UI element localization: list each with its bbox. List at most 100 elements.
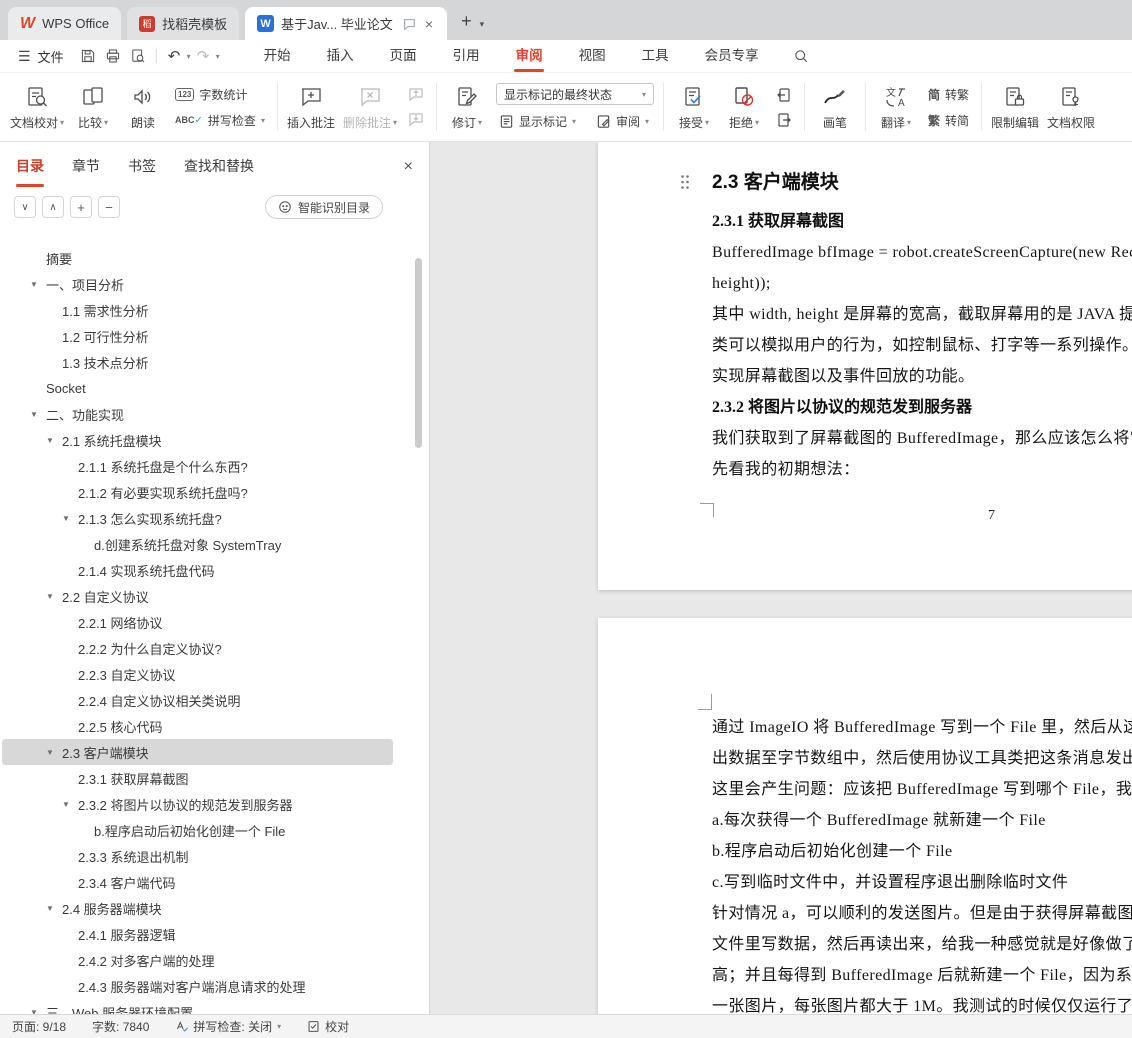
tab-find-replace[interactable]: 查找和替换	[184, 156, 254, 187]
toc-expand-arrow-icon[interactable]: ▼	[46, 748, 62, 757]
menu-item-页面[interactable]: 页面	[372, 40, 435, 72]
previous-comment-button[interactable]	[405, 86, 427, 104]
doc-proof-button[interactable]: 文档校对 ▾	[6, 78, 68, 136]
delete-comment-button[interactable]: 删除批注 ▾	[339, 78, 401, 136]
next-change-button[interactable]	[773, 111, 795, 129]
document-page-7[interactable]: 2.3 客户端模块 2.3.1 获取屏幕截图 BufferedImage bfIma…	[598, 142, 1132, 590]
compare-button[interactable]: 比较 ▾	[68, 78, 118, 136]
toc-item[interactable]: ▼ 2.3.2 将图片以协议的规范发到服务器	[2, 791, 393, 817]
previous-change-button[interactable]	[773, 86, 795, 104]
menu-item-视图[interactable]: 视图	[561, 40, 624, 72]
toc-item[interactable]: 2.1.4 实现系统托盘代码	[2, 557, 393, 583]
toc-expand-arrow-icon[interactable]: ▼	[46, 436, 62, 445]
to-simplified-button[interactable]: 繁 转简	[925, 111, 972, 130]
tab-current-document[interactable]: W 基于Jav... 毕业论文 ×	[245, 7, 448, 40]
toc-expand-arrow-icon[interactable]: ▼	[30, 280, 46, 289]
toc-item[interactable]: 2.4.3 服务器端对客户端消息请求的处理	[2, 973, 393, 999]
smart-toc-button[interactable]: 智能识别目录	[264, 195, 383, 219]
toc-item[interactable]: 摘要	[2, 245, 393, 271]
tab-list-chevron-icon[interactable]: ▾	[480, 19, 491, 40]
proofread-button[interactable]: 校对	[307, 1018, 349, 1035]
toc-item[interactable]: 2.3.4 客户端代码	[2, 869, 393, 895]
redo-chevron-icon[interactable]: ▾	[216, 52, 220, 61]
undo-button[interactable]: ↶	[162, 45, 187, 67]
tab-wps-office[interactable]: W WPS Office	[8, 7, 122, 40]
toc-item[interactable]: 2.3.1 获取屏幕截图	[2, 765, 393, 791]
toc-item[interactable]: ▼ 二、功能实现	[2, 401, 393, 427]
toc-item[interactable]: ▼ 2.1.3 怎么实现系统托盘?	[2, 505, 393, 531]
new-tab-button[interactable]: +	[447, 11, 480, 40]
review-pane-button[interactable]: 审阅 ▾	[593, 112, 652, 131]
toc-expand-arrow-icon[interactable]: ▼	[62, 514, 78, 523]
menu-item-引用[interactable]: 引用	[435, 40, 498, 72]
menu-item-工具[interactable]: 工具	[624, 40, 687, 72]
file-menu-button[interactable]: ☰ 文件	[0, 47, 76, 66]
menu-item-开始[interactable]: 开始	[246, 40, 309, 72]
doc-permission-button[interactable]: 文档权限	[1043, 78, 1099, 136]
show-markup-button[interactable]: 显示标记 ▾	[496, 112, 579, 131]
restrict-editing-button[interactable]: 限制编辑	[987, 78, 1043, 136]
print-button[interactable]	[101, 45, 126, 67]
read-aloud-button[interactable]: 朗读	[118, 78, 168, 136]
toc-item[interactable]: d.创建系统托盘对象 SystemTray	[2, 531, 393, 557]
next-comment-button[interactable]	[405, 111, 427, 129]
markup-state-dropdown[interactable]: 显示标记的最终状态 ▾	[496, 83, 654, 105]
toc-item[interactable]: 2.2.1 网络协议	[2, 609, 393, 635]
track-changes-button[interactable]: 修订 ▾	[442, 78, 492, 136]
expand-all-button[interactable]: ∧	[42, 196, 64, 218]
toc-expand-arrow-icon[interactable]: ▼	[46, 904, 62, 913]
reject-button[interactable]: 拒绝 ▾	[719, 78, 769, 136]
search-button[interactable]	[793, 48, 809, 64]
paragraph-drag-handle-icon[interactable]	[680, 174, 690, 190]
toc-item[interactable]: ▼ 三、Web 服务器环境配置	[2, 999, 393, 1015]
accept-button[interactable]: 接受 ▾	[669, 78, 719, 136]
sidebar-scrollbar[interactable]	[415, 258, 422, 448]
insert-comment-button[interactable]: 插入批注	[283, 78, 339, 136]
toc-item[interactable]: 2.2.4 自定义协议相关类说明	[2, 687, 393, 713]
save-button[interactable]	[76, 45, 101, 67]
close-sidebar-icon[interactable]: ×	[404, 158, 413, 185]
toc-expand-arrow-icon[interactable]: ▼	[30, 410, 46, 419]
toc-item[interactable]: 1.3 技术点分析	[2, 349, 393, 375]
toc-expand-arrow-icon[interactable]: ▼	[30, 1008, 46, 1015]
print-preview-button[interactable]	[126, 45, 151, 67]
toc-item[interactable]: 2.3.3 系统退出机制	[2, 843, 393, 869]
tab-chapters[interactable]: 章节	[72, 156, 100, 187]
toc-item[interactable]: ▼ 2.1 系统托盘模块	[2, 427, 393, 453]
toc-item[interactable]: 1.2 可行性分析	[2, 323, 393, 349]
toc-item[interactable]: ▼ 2.3 客户端模块	[2, 739, 393, 765]
spell-check-button[interactable]: ABC✓ 拼写检查 ▾	[172, 111, 268, 130]
tab-docer-templates[interactable]: 稻 找稻壳模板	[127, 7, 240, 40]
tab-toc[interactable]: 目录	[16, 156, 44, 187]
collapse-all-button[interactable]: ∨	[14, 196, 36, 218]
toc-item[interactable]: 2.2.2 为什么自定义协议?	[2, 635, 393, 661]
zoom-out-button[interactable]: −	[98, 196, 120, 218]
word-count-button[interactable]: 123 字数统计	[172, 85, 268, 104]
toc-item[interactable]: 2.4.1 服务器逻辑	[2, 921, 393, 947]
menu-item-会员专享[interactable]: 会员专享	[687, 40, 777, 72]
menu-item-审阅[interactable]: 审阅	[498, 40, 561, 72]
page-indicator[interactable]: 页面: 9/18	[12, 1018, 66, 1035]
toc-item[interactable]: 2.4.2 对多客户端的处理	[2, 947, 393, 973]
toc-item[interactable]: 2.2.3 自定义协议	[2, 661, 393, 687]
toc-item[interactable]: ▼ 2.2 自定义协议	[2, 583, 393, 609]
toc-item[interactable]: 2.2.5 核心代码	[2, 713, 393, 739]
toc-expand-arrow-icon[interactable]: ▼	[46, 592, 62, 601]
toc-item[interactable]: Socket	[2, 375, 393, 401]
close-tab-icon[interactable]: ×	[423, 16, 435, 32]
menu-item-插入[interactable]: 插入	[309, 40, 372, 72]
redo-button[interactable]: ↷	[191, 45, 216, 67]
to-traditional-button[interactable]: 简 转繁	[925, 85, 972, 104]
toc-item[interactable]: ▼ 一、项目分析	[2, 271, 393, 297]
zoom-in-button[interactable]: +	[70, 196, 92, 218]
pen-button[interactable]: 画笔	[810, 78, 860, 136]
document-canvas[interactable]: 2.3 客户端模块 2.3.1 获取屏幕截图 BufferedImage bfIma…	[430, 142, 1132, 1014]
tab-bookmarks[interactable]: 书签	[128, 156, 156, 187]
toc-expand-arrow-icon[interactable]: ▼	[62, 800, 78, 809]
toc-item[interactable]: 1.1 需求性分析	[2, 297, 393, 323]
toc-item[interactable]: 2.1.1 系统托盘是个什么东西?	[2, 453, 393, 479]
word-count-indicator[interactable]: 字数: 7840	[92, 1018, 149, 1035]
toc-item[interactable]: ▼ 2.4 服务器端模块	[2, 895, 393, 921]
toc-item[interactable]: 2.1.2 有必要实现系统托盘吗?	[2, 479, 393, 505]
toc-item[interactable]: b.程序启动后初始化创建一个 File	[2, 817, 393, 843]
